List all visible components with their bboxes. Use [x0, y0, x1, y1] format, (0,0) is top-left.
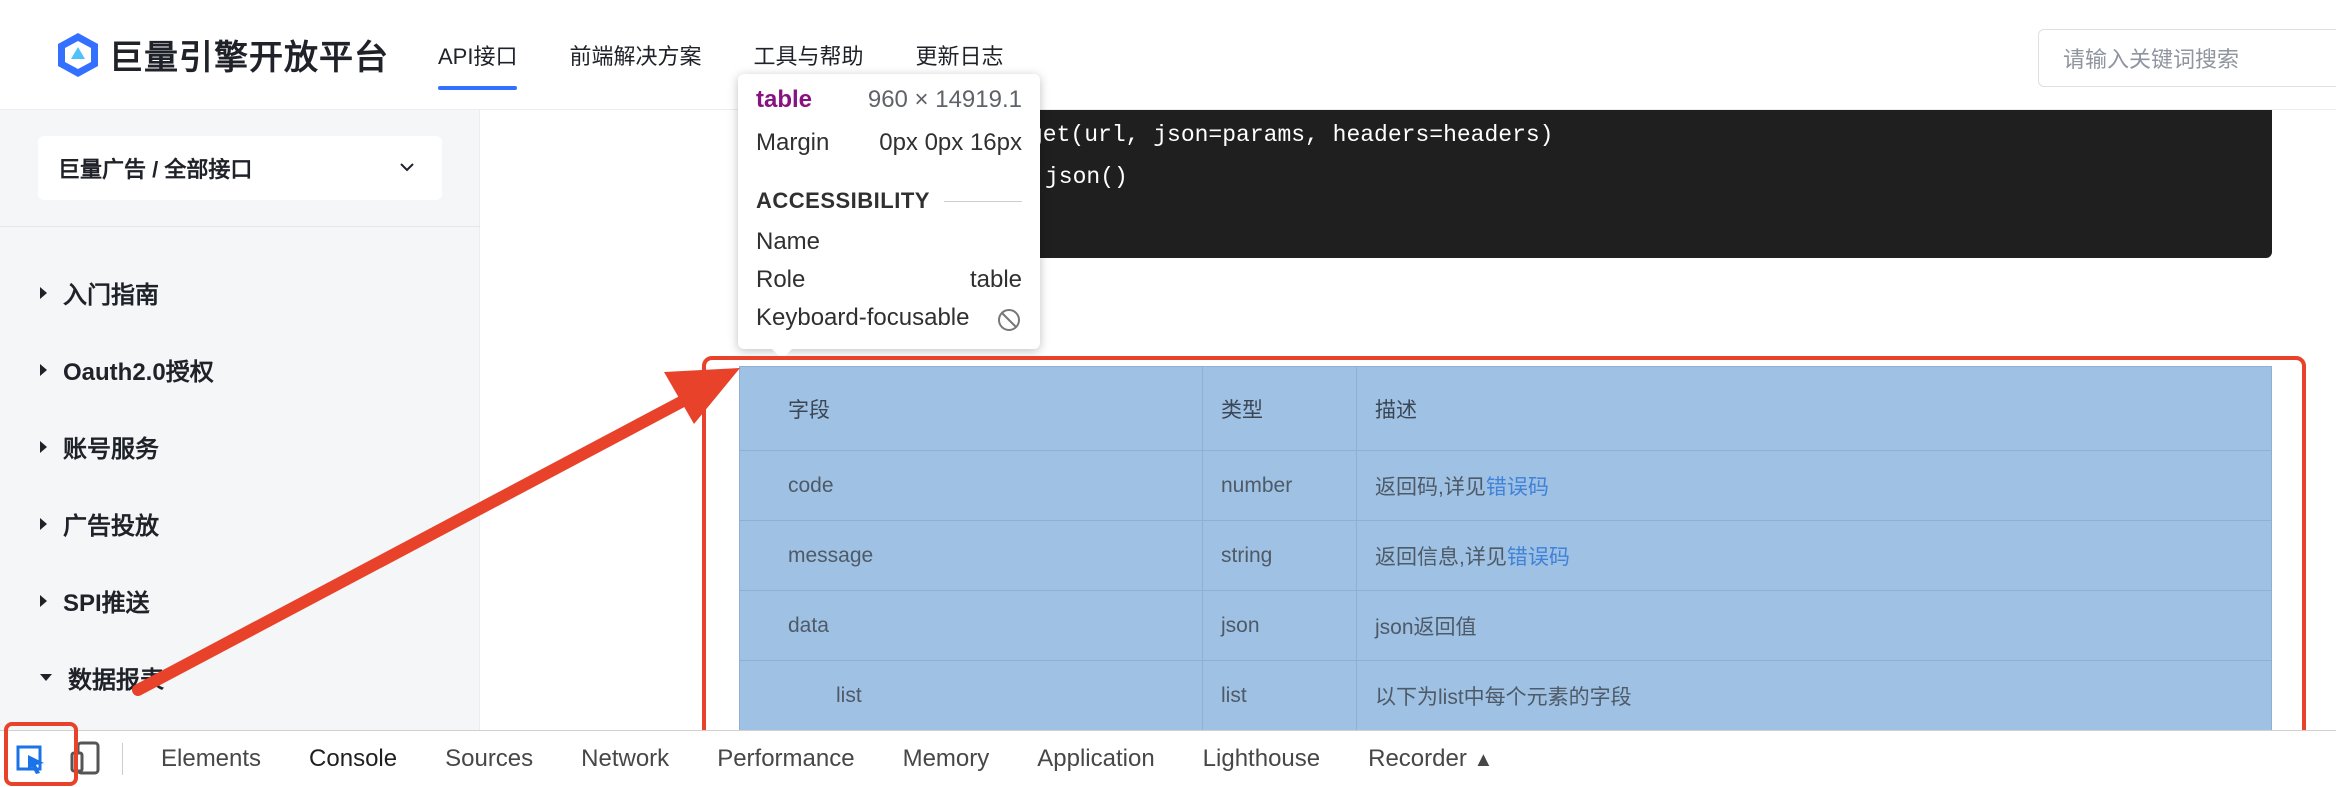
tab-recorder[interactable]: Recorder ▲	[1368, 745, 1493, 773]
tab-elements[interactable]: Elements	[161, 745, 261, 773]
devtools-tabs: Elements Console Sources Network Perform…	[161, 731, 1541, 787]
tab-sources[interactable]: Sources	[445, 745, 533, 773]
tab-console[interactable]: Console	[309, 745, 397, 773]
annotation-arrow	[132, 368, 740, 696]
toolbar-separator	[122, 743, 123, 775]
tab-network[interactable]: Network	[581, 745, 669, 773]
tab-memory[interactable]: Memory	[903, 745, 990, 773]
devtools-toolbar: Elements Console Sources Network Perform…	[0, 730, 2336, 786]
tab-lighthouse[interactable]: Lighthouse	[1203, 745, 1320, 773]
recorder-flask-icon: ▲	[1473, 749, 1494, 771]
inspect-highlight-box	[4, 722, 78, 786]
tab-performance[interactable]: Performance	[717, 745, 854, 773]
tab-application[interactable]: Application	[1037, 745, 1154, 773]
